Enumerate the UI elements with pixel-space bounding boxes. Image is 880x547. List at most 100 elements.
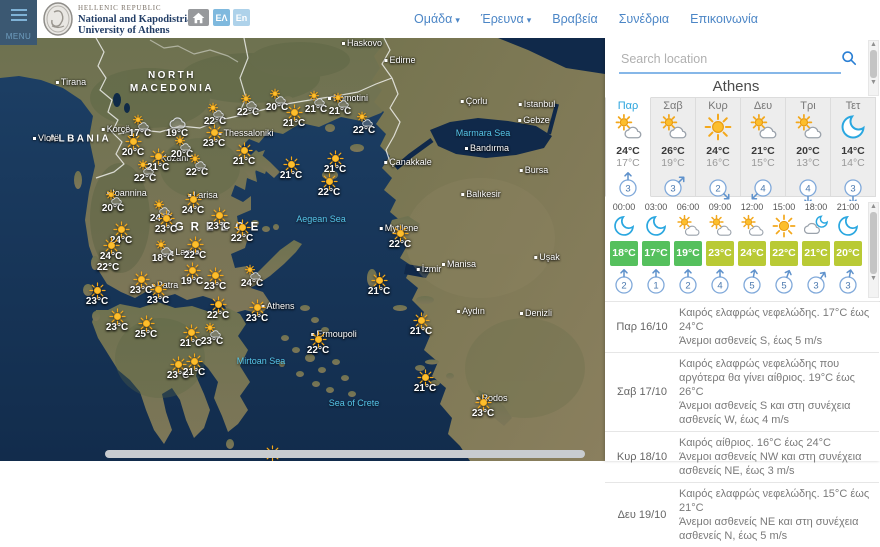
sidebar-scrollbar-hourly[interactable]: ▲ ▼ [868, 202, 879, 298]
hour-weather-icon [832, 214, 864, 240]
city-dot [464, 147, 468, 151]
header: HELLENIC REPUBLIC National and Kapodistr… [0, 0, 880, 38]
cloudmoon-icon [803, 215, 828, 235]
sun-icon [309, 331, 327, 348]
partly-icon [207, 102, 224, 118]
hour-col-00:00[interactable]: 00:00 18°C 2 [608, 202, 640, 298]
hour-col-21:00[interactable]: 21:00 20°C 3 [832, 202, 864, 298]
day-tab-Παρ[interactable]: Παρ 24°C 17°C 3 [605, 97, 651, 197]
day-tabs: Παρ 24°C 17°C 3 Σαβ 26°C 19°C 3 Κυρ 24°C 16°C… [605, 97, 876, 204]
day-low-temp: 15°C [751, 157, 775, 169]
hour-temp: 21°C [802, 241, 830, 266]
forecast-line: Άνεμοι ασθενείς NW και στη συνέχεια ασθε… [679, 451, 862, 477]
nav-item-4[interactable]: Συνέδρια [619, 12, 669, 26]
day-tab-Τρι[interactable]: Τρι 20°C 13°C 4 [786, 97, 831, 204]
city-label-Aydın: Aydın [457, 306, 485, 316]
nav-item-2[interactable]: Έρευνα ▾ [481, 12, 531, 26]
map-horizontal-scrollbar[interactable] [105, 450, 585, 458]
svg-text:4: 4 [805, 183, 810, 194]
hour-wind-indicator: 4 [704, 267, 736, 298]
language-el-button[interactable]: EΛ [213, 9, 230, 26]
partly-icon [750, 113, 777, 139]
nav-item-3[interactable]: Βραβεία [552, 12, 597, 26]
day-label: Σαβ [663, 100, 683, 112]
day-tab-Τετ[interactable]: Τετ 14°C 14°C 3 [831, 97, 876, 204]
sun-icon [206, 267, 224, 284]
sun-icon [704, 113, 732, 141]
hour-col-15:00[interactable]: 15:00 22°C 5 [768, 202, 800, 298]
home-button[interactable] [188, 9, 209, 26]
map-weather-station: 21°C [398, 312, 444, 337]
partly-icon [615, 113, 642, 139]
city-dot [55, 81, 59, 85]
wind-direction-icon: 5 [743, 269, 761, 294]
search-input[interactable] [619, 46, 841, 74]
hour-time: 21:00 [836, 202, 860, 212]
org-small-title: HELLENIC REPUBLIC [78, 4, 162, 12]
partly-icon [332, 92, 349, 108]
forecast-row-4: Δευ 19/10 Καιρός ελαφρώς νεφελώδης. 15°C … [605, 482, 879, 547]
location-title: Athens [712, 78, 760, 95]
home-icon [192, 12, 205, 23]
day-wind-indicator: 3 [651, 170, 695, 201]
sun-icon [186, 236, 204, 253]
menu-button[interactable]: MENU [0, 0, 37, 45]
svg-text:4: 4 [760, 183, 765, 194]
sun-icon [248, 299, 266, 316]
city-label-Çanakkale: Çanakkale [384, 157, 432, 167]
forecast-day: Παρ 16/10 [616, 321, 668, 333]
nav-item-5[interactable]: Επικοινωνία [690, 12, 758, 26]
hour-time: 18:00 [804, 202, 828, 212]
wind-direction-icon: 3 [619, 172, 637, 197]
forecast-text: Καιρός ελαφρώς νεφελώδης. 15°C έως 21°C Ά… [679, 487, 879, 543]
city-label-Uşak: Uşak [534, 252, 560, 262]
day-tab-Σαβ[interactable]: Σαβ 26°C 19°C 3 [651, 97, 696, 197]
day-tab-Κυρ[interactable]: Κυρ 24°C 16°C 2 [696, 97, 741, 200]
nav-item-1[interactable]: Ομάδα ▾ [414, 12, 460, 26]
city-label-Vlorë: Vlorë [32, 133, 59, 143]
university-logo[interactable] [42, 2, 74, 41]
city-dot [341, 42, 345, 46]
search-icon[interactable] [841, 50, 857, 71]
city-label-Balıkesir: Balıkesir [461, 189, 501, 199]
hour-weather-icon [704, 214, 736, 240]
city-label-Manisa: Manisa [441, 259, 476, 269]
map-weather-station: 23°C [74, 282, 120, 307]
map-weather-station: 22°C [174, 153, 220, 178]
hour-time: 12:00 [740, 202, 764, 212]
partly-icon [677, 214, 700, 236]
wind-direction-icon: 4 [799, 179, 817, 204]
hour-col-09:00[interactable]: 09:00 23°C 4 [704, 202, 736, 298]
city-dot [460, 100, 464, 104]
day-low-temp: 13°C [796, 157, 820, 169]
svg-text:2: 2 [715, 183, 720, 194]
day-tab-Δευ[interactable]: Δευ 21°C 15°C 4 [741, 97, 786, 200]
sidebar-scrollbar-top[interactable]: ▲ ▼ [868, 40, 879, 96]
svg-text:3: 3 [670, 183, 675, 194]
city-dot [416, 268, 420, 272]
day-high-temp: 20°C [796, 145, 820, 157]
day-high-temp: 26°C [661, 145, 685, 157]
sun-icon [772, 214, 796, 238]
hour-col-18:00[interactable]: 18:00 21°C 3 [800, 202, 832, 298]
city-dot [518, 119, 522, 123]
city-dot [32, 137, 36, 141]
map-weather-station: 23°C [143, 210, 189, 235]
language-en-button[interactable]: En [233, 9, 250, 26]
wind-direction-icon: 3 [844, 179, 862, 204]
hour-col-12:00[interactable]: 12:00 24°C 5 [736, 202, 768, 298]
weather-map[interactable]: Marmara Sea Aegean Sea Mirtoan Sea Sea of C… [0, 38, 605, 461]
map-overlay: Marmara Sea Aegean Sea Mirtoan Sea Sea of C… [0, 38, 605, 461]
day-low-temp: 17°C [616, 157, 640, 169]
hour-temp: 18°C [610, 241, 638, 266]
hour-col-03:00[interactable]: 03:00 17°C 1 [640, 202, 672, 298]
partly-icon [132, 114, 149, 130]
hour-col-06:00[interactable]: 06:00 19°C 2 [672, 202, 704, 298]
hour-wind-indicator: 2 [608, 267, 640, 298]
city-dot [518, 103, 522, 107]
hour-temp: 24°C [738, 241, 766, 266]
hour-temp: 22°C [770, 241, 798, 266]
map-weather-station: 22°C [377, 225, 423, 250]
map-weather-station: 21°C [356, 272, 402, 297]
hour-time: 03:00 [644, 202, 668, 212]
